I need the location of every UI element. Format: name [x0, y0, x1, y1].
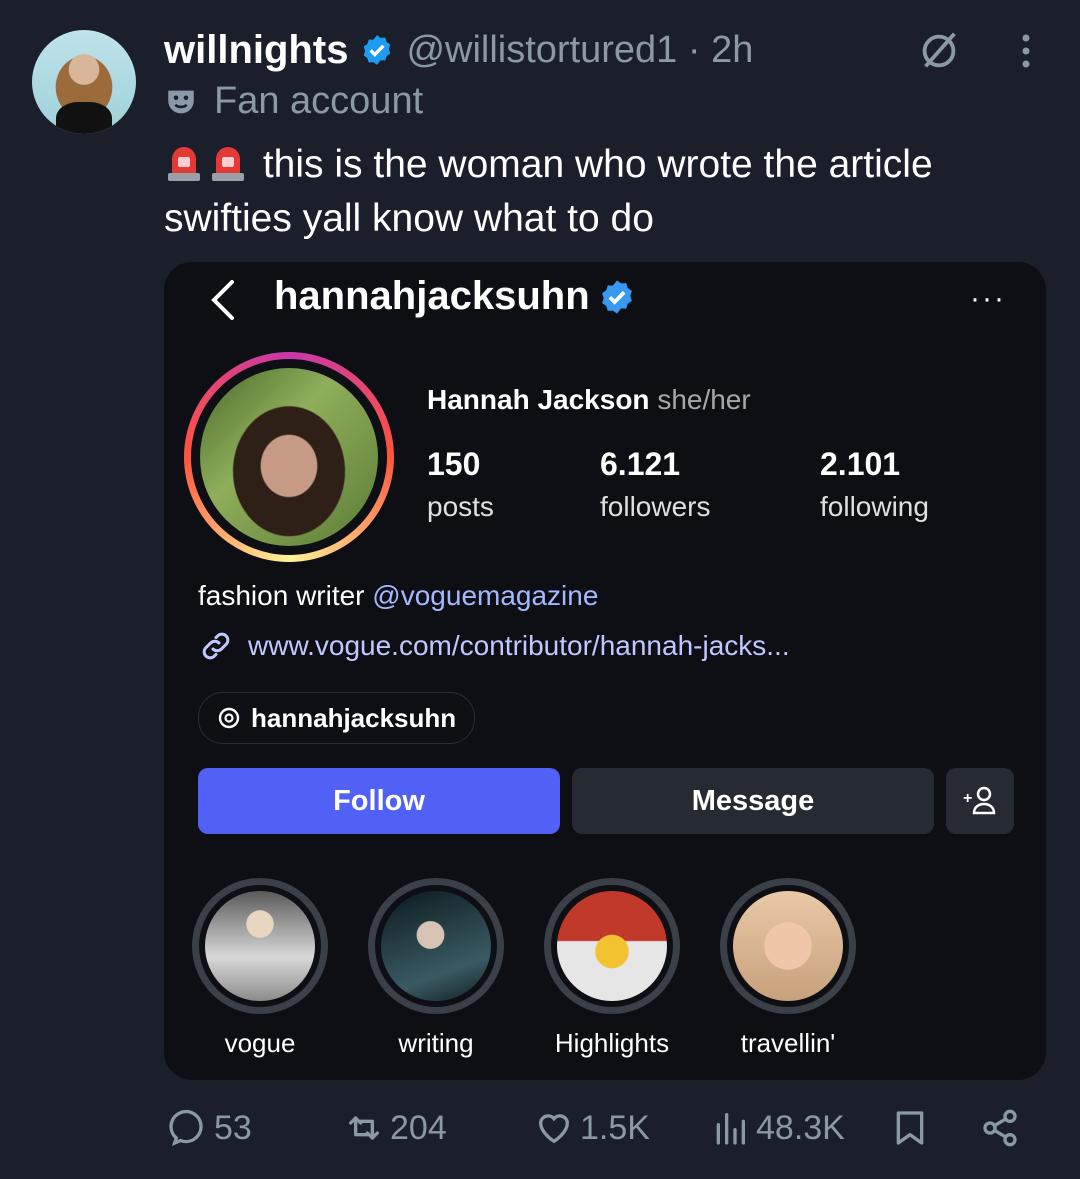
- highlight-label: writing: [398, 1028, 474, 1058]
- repost-count: 204: [390, 1108, 447, 1147]
- add-user-icon: +: [963, 786, 996, 815]
- highlight-writing: writing: [368, 878, 504, 1059]
- reply-button[interactable]: 53: [168, 1108, 252, 1148]
- stat-label: following: [820, 491, 929, 522]
- more-icon[interactable]: [1012, 30, 1040, 72]
- reply-icon: [169, 1109, 203, 1146]
- ig-username-header: hannahjacksuhn: [274, 274, 648, 319]
- author-display-name[interactable]: willnights: [164, 28, 348, 73]
- author-handle-time[interactable]: @willistortured1 · 2h: [406, 29, 753, 72]
- bio-mention: @voguemagazine: [372, 580, 599, 611]
- repost-icon: [349, 1116, 379, 1140]
- highlight-travellin: travellin': [720, 878, 856, 1059]
- stat-followers: 6.121 followers: [600, 446, 710, 523]
- verified-badge-icon: [364, 35, 391, 65]
- siren-icon: [212, 147, 244, 181]
- ig-bio: fashion writer @voguemagazine: [198, 580, 598, 612]
- like-icon: [538, 1114, 570, 1144]
- fan-account-text: Fan account: [214, 80, 424, 122]
- ig-full-name: Hannah Jackson: [427, 384, 650, 415]
- threads-badge: hannahjacksuhn: [198, 692, 476, 744]
- stat-posts: 150 posts: [427, 446, 494, 523]
- like-button[interactable]: 1.5K: [534, 1108, 650, 1148]
- ig-full-name-line: Hannah Jackson she/her: [427, 384, 751, 416]
- embedded-screenshot[interactable]: hannahjacksuhn ··· Hannah Jackson she/he…: [164, 262, 1046, 1080]
- bookmark-icon: [896, 1111, 924, 1145]
- verified-badge-icon: [601, 279, 632, 314]
- reply-count: 53: [214, 1108, 252, 1147]
- threads-icon: [218, 707, 240, 729]
- siren-icon: [168, 147, 200, 181]
- ig-profile-picture: [184, 352, 394, 562]
- tweet-header: willnights @willistortured1 · 2h: [164, 22, 753, 78]
- theater-mask-icon: [168, 90, 194, 113]
- highlight-label: Highlights: [554, 1028, 670, 1058]
- stat-value: 6.121: [600, 446, 681, 482]
- ig-pronouns: she/her: [657, 384, 751, 415]
- like-count: 1.5K: [580, 1108, 650, 1147]
- view-count: 48.3K: [756, 1108, 845, 1147]
- back-chevron-icon: [211, 280, 234, 320]
- tweet-action-bar: 53 204 1.5K 48.3K: [0, 1108, 1080, 1164]
- add-user-button: +: [946, 768, 1014, 834]
- bio-text: fashion writer: [198, 580, 373, 611]
- follow-button: Follow: [198, 768, 560, 834]
- stat-label: followers: [600, 491, 711, 522]
- stat-label: posts: [427, 491, 494, 522]
- link-icon: [202, 632, 230, 660]
- ig-username: hannahjacksuhn: [274, 274, 590, 318]
- views-icon: [716, 1113, 745, 1145]
- add-user-plus: +: [963, 790, 972, 807]
- stat-value: 2.101: [820, 446, 901, 482]
- highlight-highlights: Highlights: [544, 878, 680, 1059]
- stat-value: 150: [427, 446, 481, 482]
- tweet-text-block: this is the woman who wrote the article …: [164, 138, 1044, 246]
- author-avatar[interactable]: [32, 30, 136, 134]
- fan-account-label: Fan account: [164, 80, 423, 123]
- highlight-vogue: vogue: [192, 878, 328, 1059]
- tweet-text: this is the woman who wrote the article …: [164, 143, 933, 240]
- link-text: www.vogue.com/contributor/hannah-jacks..…: [248, 630, 790, 661]
- highlight-label: vogue: [224, 1028, 296, 1058]
- grok-icon[interactable]: [916, 28, 962, 74]
- stat-following: 2.101 following: [820, 446, 929, 523]
- message-button: Message: [572, 768, 934, 834]
- repost-button[interactable]: 204: [344, 1108, 447, 1148]
- ig-more-icon: ···: [970, 282, 1006, 315]
- views-button[interactable]: 48.3K: [710, 1108, 845, 1148]
- highlight-label: travellin': [740, 1028, 836, 1058]
- ig-link: www.vogue.com/contributor/hannah-jacks..…: [198, 628, 790, 664]
- threads-handle: hannahjacksuhn: [251, 702, 457, 733]
- share-button[interactable]: [980, 1108, 1026, 1148]
- share-icon: [983, 1109, 1017, 1147]
- bookmark-button[interactable]: [890, 1108, 936, 1148]
